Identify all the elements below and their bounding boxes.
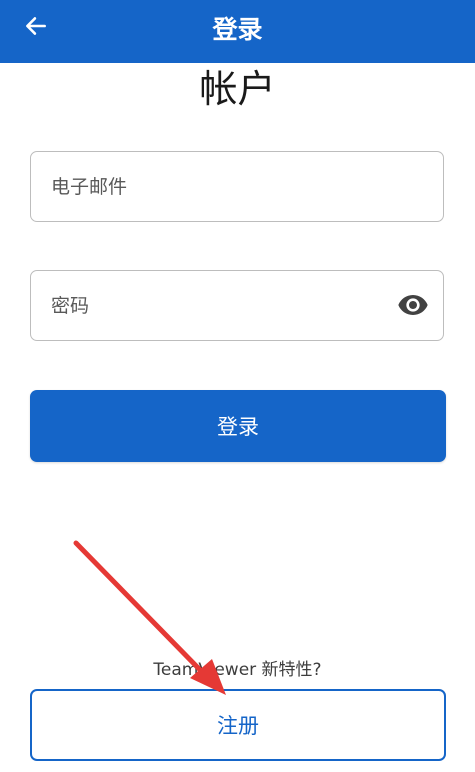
toggle-password-visibility-button[interactable]: [397, 291, 429, 323]
login-button[interactable]: 登录: [30, 390, 446, 462]
email-field-container: [30, 151, 444, 222]
password-field-container: [30, 270, 444, 341]
app-header: 登录: [0, 0, 475, 63]
header-title: 登录: [212, 15, 263, 44]
whats-new-link[interactable]: TeamViewer 新特性?: [0, 655, 475, 680]
page-title: 帐户: [199, 67, 276, 111]
email-field[interactable]: [51, 152, 381, 221]
register-button[interactable]: 注册: [30, 689, 446, 761]
eye-icon: [397, 289, 429, 325]
password-field[interactable]: [51, 271, 381, 340]
